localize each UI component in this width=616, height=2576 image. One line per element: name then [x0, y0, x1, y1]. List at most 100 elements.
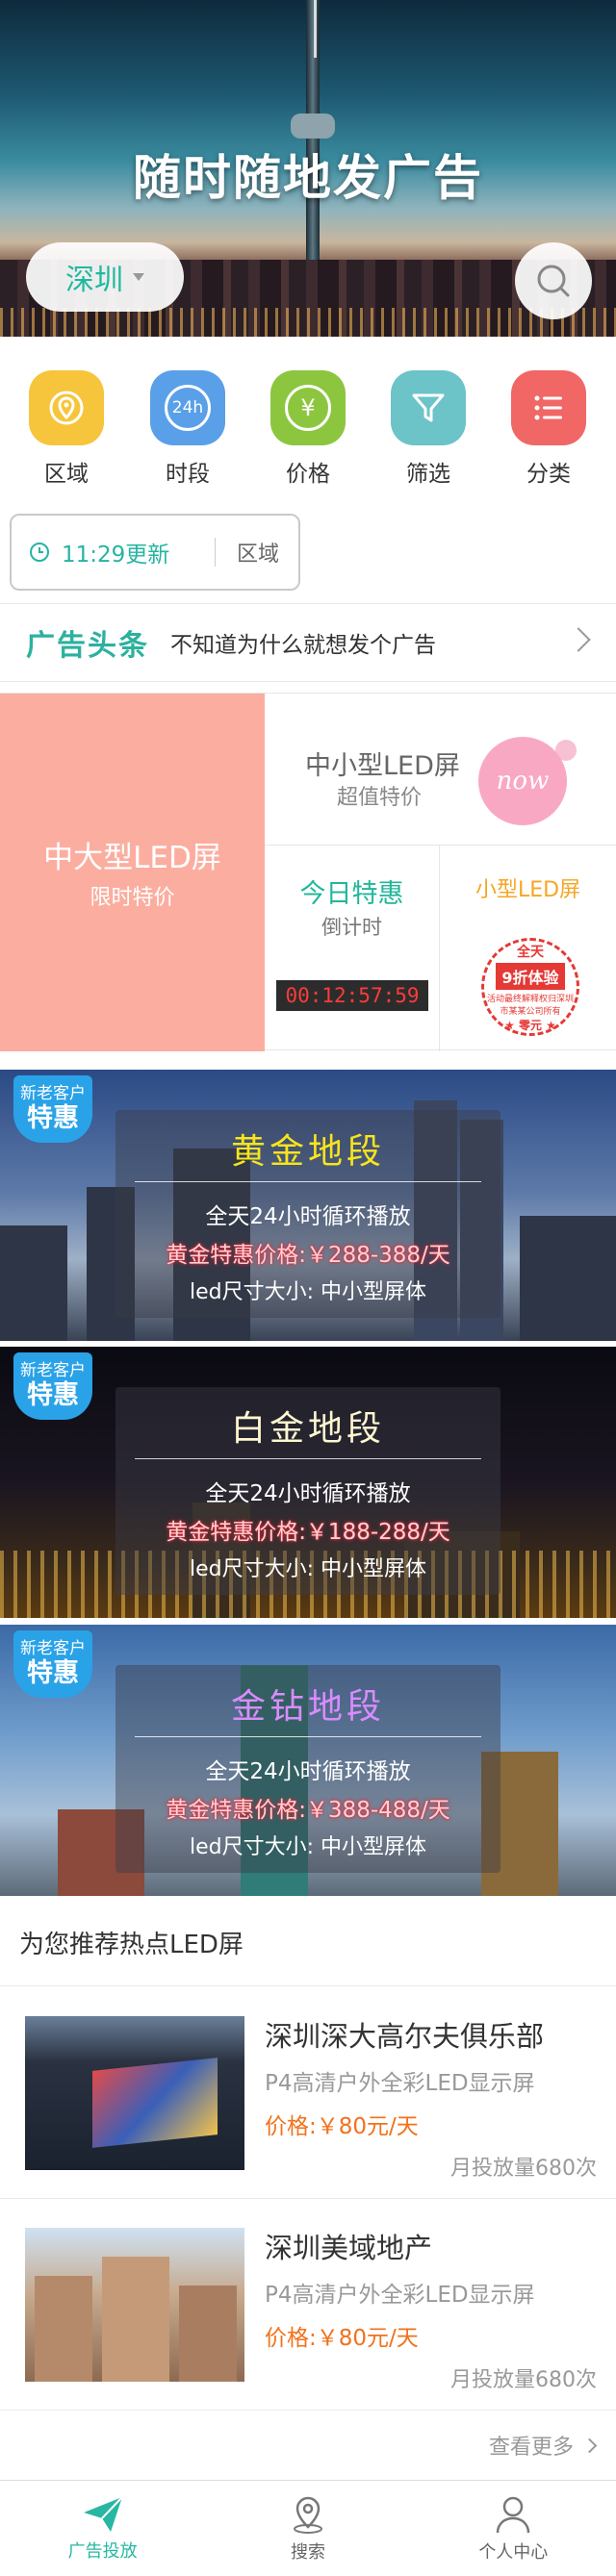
search-icon: [537, 265, 570, 297]
large-led-title: 中大型LED屏: [43, 841, 221, 875]
badge-main: 特惠: [27, 1380, 79, 1410]
medium-led-promo[interactable]: 中小型LED屏 超值特价 now: [265, 694, 616, 846]
person-icon: [497, 2496, 530, 2533]
tab-label: 搜索: [290, 2541, 325, 2563]
yen-glyph: ¥: [285, 385, 331, 431]
tower-pod: [291, 114, 335, 139]
special-offer-badge: 新老客户 特惠: [13, 1630, 92, 1698]
stamp-bottom: ★ 零元 ★: [504, 1018, 556, 1032]
item-volume: 月投放量680次: [450, 2157, 597, 2181]
clock-24h-text: 24h: [165, 385, 211, 431]
large-led-promo[interactable]: 中大型LED屏 限时特价: [0, 694, 265, 1051]
small-led-promo[interactable]: 小型LED屏 全天 9折体验 活动最终解释权归深圳市某某公司所有 ★ 零元 ★: [440, 846, 616, 1051]
filter-icon: [391, 370, 466, 445]
building: [102, 2257, 169, 2382]
list-icon: [511, 370, 586, 445]
category-classify[interactable]: 分类: [500, 370, 597, 488]
category-label: 价格: [286, 462, 330, 487]
update-filter-bar: 11:29更新 区域: [10, 514, 300, 591]
banner-size: led尺寸大小: 中小型屏体: [189, 1280, 427, 1304]
location-icon: [29, 370, 104, 445]
category-label: 区域: [44, 462, 89, 487]
view-more-link[interactable]: 查看更多: [0, 2411, 616, 2480]
hero-title: 随时随地发广告: [133, 150, 483, 206]
platinum-district-banner[interactable]: 新老客户 特惠 白金地段 全天24小时循环播放 黄金特惠价格:￥188-288/…: [0, 1347, 616, 1618]
category-nav: 区域 24h 时段 ¥ 价格 筛选 分类: [0, 337, 616, 491]
area-filter[interactable]: 区域: [216, 537, 279, 568]
category-filter[interactable]: 筛选: [380, 370, 476, 488]
clock-24h-icon: 24h: [150, 370, 225, 445]
banner-price: 黄金特惠价格:￥388-488/天: [166, 1798, 450, 1823]
today-deal-title: 今日特惠: [299, 879, 404, 909]
banner-card: 金钻地段 全天24小时循环播放 黄金特惠价格:￥388-488/天 led尺寸大…: [116, 1665, 500, 1873]
chevron-right-icon: [566, 627, 591, 652]
building: [35, 2276, 92, 2382]
banner-price: 黄金特惠价格:￥188-288/天: [166, 1520, 450, 1545]
banner-title: 黄金地段: [230, 1132, 385, 1172]
today-deal-subtitle: 倒计时: [321, 916, 382, 939]
special-offer-badge: 新老客户 特惠: [13, 1075, 92, 1143]
headline-tag: 广告头条: [26, 629, 149, 663]
building: [179, 2286, 237, 2382]
promo-grid: 中大型LED屏 限时特价 中小型LED屏 超值特价 now 今日特惠 倒计时 0…: [0, 693, 616, 1051]
stamp-top: 全天: [517, 944, 544, 960]
medium-led-title: 中小型LED屏: [305, 751, 460, 781]
item-description: P4高清户外全彩LED显示屏: [265, 2071, 535, 2096]
category-label: 筛选: [406, 462, 450, 487]
list-item[interactable]: 深圳深大高尔夫俱乐部 P4高清户外全彩LED显示屏 价格:￥80元/天 月投放量…: [0, 1987, 616, 2199]
discount-stamp: 全天 9折体验 活动最终解释权归深圳市某某公司所有 ★ 零元 ★: [481, 938, 579, 1036]
today-deal[interactable]: 今日特惠 倒计时 00:12:57:59: [265, 846, 440, 1051]
badge-main: 特惠: [27, 1658, 79, 1688]
update-time-filter[interactable]: 11:29更新: [12, 538, 216, 568]
tab-label: 广告投放: [67, 2540, 138, 2562]
yen-icon: ¥: [270, 370, 346, 445]
tab-label: 个人中心: [478, 2541, 549, 2563]
special-offer-badge: 新老客户 特惠: [13, 1352, 92, 1420]
view-more-label: 查看更多: [488, 2436, 574, 2460]
update-time-label: 11:29更新: [62, 543, 170, 568]
item-description: P4高清户外全彩LED显示屏: [265, 2283, 535, 2308]
category-region[interactable]: 区域: [18, 370, 115, 488]
divider: [135, 1458, 481, 1459]
category-label: 时段: [166, 462, 210, 487]
building: [0, 1225, 67, 1341]
building: [520, 1216, 616, 1341]
banner-price: 黄金特惠价格:￥288-388/天: [166, 1243, 450, 1268]
badge-top: 新老客户: [20, 1084, 86, 1103]
badge-main: 特惠: [27, 1103, 79, 1133]
medium-led-subtitle: 超值特价: [337, 786, 423, 810]
item-price: 价格:￥80元/天: [265, 2326, 419, 2351]
large-led-subtitle: 限时特价: [90, 886, 175, 910]
search-button[interactable]: [515, 242, 592, 319]
city-lights: [0, 308, 616, 337]
item-name: 深圳美域地产: [265, 2232, 433, 2264]
category-timeslot[interactable]: 24h 时段: [140, 370, 236, 488]
item-name: 深圳深大高尔夫俱乐部: [265, 2020, 545, 2053]
banner-line-1: 全天24小时循环播放: [205, 1481, 411, 1506]
city-label: 深圳: [65, 264, 123, 297]
badge-top: 新老客户: [20, 1361, 86, 1380]
map-pin-icon: [293, 2496, 322, 2534]
headline-text: 不知道为什么就想发个广告: [170, 633, 436, 658]
bottom-tab-bar: 广告投放 搜索 个人中心: [0, 2480, 616, 2576]
stamp-main: 9折体验: [496, 962, 565, 990]
ad-headline-bar[interactable]: 广告头条 不知道为什么就想发个广告: [0, 603, 616, 682]
diamond-district-banner[interactable]: 新老客户 特惠 金钻地段 全天24小时循环播放 黄金特惠价格:￥388-488/…: [0, 1625, 616, 1896]
item-volume: 月投放量680次: [450, 2368, 597, 2392]
tab-search[interactable]: 搜索: [205, 2481, 410, 2576]
gold-district-banner[interactable]: 新老客户 特惠 黄金地段 全天24小时循环播放 黄金特惠价格:￥288-388/…: [0, 1070, 616, 1341]
led-screen-image: [92, 2058, 218, 2148]
city-selector[interactable]: 深圳: [26, 242, 184, 312]
item-price: 价格:￥80元/天: [265, 2114, 419, 2139]
category-price[interactable]: ¥ 价格: [260, 370, 356, 488]
tab-profile[interactable]: 个人中心: [411, 2481, 616, 2576]
banner-card: 白金地段 全天24小时循环播放 黄金特惠价格:￥188-288/天 led尺寸大…: [116, 1387, 500, 1595]
banner-card: 黄金地段 全天24小时循环播放 黄金特惠价格:￥288-388/天 led尺寸大…: [116, 1110, 500, 1318]
banner-size: led尺寸大小: 中小型屏体: [189, 1557, 427, 1581]
led-screen-thumbnail: [25, 2016, 244, 2170]
small-led-title: 小型LED屏: [475, 878, 581, 902]
badge-top: 新老客户: [20, 1639, 86, 1658]
tab-ad-placement[interactable]: 广告投放: [0, 2481, 205, 2576]
list-item[interactable]: 深圳美域地产 P4高清户外全彩LED显示屏 价格:￥80元/天 月投放量680次: [0, 2199, 616, 2411]
paper-plane-icon: [83, 2495, 123, 2532]
